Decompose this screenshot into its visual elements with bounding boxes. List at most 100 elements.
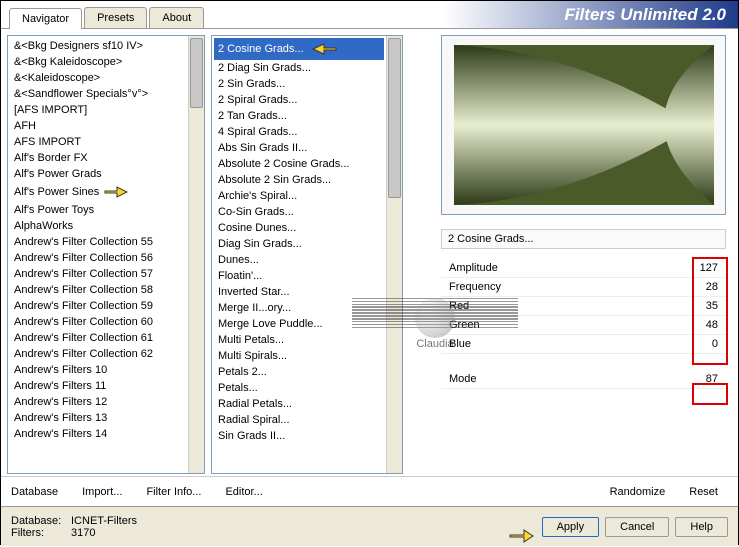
category-item[interactable]: Alf's Power Grads: [10, 166, 186, 182]
category-item[interactable]: Andrew's Filter Collection 58: [10, 282, 186, 298]
filters-count-value: 3170: [71, 527, 95, 539]
import-button[interactable]: Import...: [82, 486, 122, 498]
category-list-items[interactable]: &<Bkg Designers sf10 IV>&<Bkg Kaleidosco…: [8, 36, 188, 473]
param-value: 127: [700, 262, 718, 274]
param-row[interactable]: Frequency 28: [441, 278, 726, 297]
scroll-thumb[interactable]: [190, 38, 203, 108]
filter-item[interactable]: Petals...: [214, 380, 384, 396]
filter-name: 2 Cosine Grads...: [441, 229, 726, 249]
filter-item[interactable]: Radial Spiral...: [214, 412, 384, 428]
param-label: Mode: [449, 373, 477, 385]
scroll-thumb[interactable]: [388, 38, 401, 198]
category-list: &<Bkg Designers sf10 IV>&<Bkg Kaleidosco…: [7, 35, 205, 474]
category-item[interactable]: AFH: [10, 118, 186, 134]
filter-item[interactable]: Absolute 2 Sin Grads...: [214, 172, 384, 188]
category-item[interactable]: Andrew's Filters 10: [10, 362, 186, 378]
filter-item[interactable]: Radial Petals...: [214, 396, 384, 412]
filter-item[interactable]: Archie's Spiral...: [214, 188, 384, 204]
cancel-button[interactable]: Cancel: [605, 517, 669, 537]
filter-item[interactable]: Merge Love Puddle...: [214, 316, 384, 332]
param-label: Green: [449, 319, 480, 331]
filter-item[interactable]: Abs Sin Grads II...: [214, 140, 384, 156]
filter-item[interactable]: 2 Cosine Grads...: [214, 38, 384, 60]
pointer-icon: [304, 43, 340, 55]
category-item[interactable]: Andrew's Filter Collection 55: [10, 234, 186, 250]
db-label: Database:: [11, 515, 71, 527]
category-item[interactable]: Alf's Border FX: [10, 150, 186, 166]
filter-item[interactable]: Dunes...: [214, 252, 384, 268]
filter-item[interactable]: Inverted Star...: [214, 284, 384, 300]
param-row[interactable]: Amplitude 127: [441, 259, 726, 278]
category-item[interactable]: &<Bkg Designers sf10 IV>: [10, 38, 186, 54]
tab-presets[interactable]: Presets: [84, 7, 147, 28]
category-item[interactable]: Alf's Power Sines: [10, 182, 186, 202]
footer: Database:ICNET-Filters Filters:3170 Appl…: [1, 506, 738, 546]
db-info: Database:ICNET-Filters Filters:3170: [11, 515, 137, 539]
param-label: Blue: [449, 338, 471, 350]
category-item[interactable]: Andrew's Filter Collection 60: [10, 314, 186, 330]
filter-info-button[interactable]: Filter Info...: [146, 486, 201, 498]
category-item[interactable]: Andrew's Filter Collection 59: [10, 298, 186, 314]
category-item[interactable]: Andrew's Filters 14: [10, 426, 186, 442]
db-value: ICNET-Filters: [71, 515, 137, 527]
param-label: Frequency: [449, 281, 501, 293]
category-item[interactable]: Andrew's Filter Collection 62: [10, 346, 186, 362]
filter-item[interactable]: 2 Sin Grads...: [214, 76, 384, 92]
category-item[interactable]: Andrew's Filters 13: [10, 410, 186, 426]
filter-item[interactable]: 2 Spiral Grads...: [214, 92, 384, 108]
param-row-mode[interactable]: Mode 87: [441, 370, 726, 389]
randomize-button[interactable]: Randomize: [610, 486, 666, 498]
category-item[interactable]: &<Kaleidoscope>: [10, 70, 186, 86]
category-item[interactable]: &<Bkg Kaleidoscope>: [10, 54, 186, 70]
help-button[interactable]: Help: [675, 517, 728, 537]
filter-item[interactable]: Merge II...ory...: [214, 300, 384, 316]
editor-button[interactable]: Editor...: [225, 486, 262, 498]
filter-list-items[interactable]: 2 Cosine Grads...2 Diag Sin Grads...2 Si…: [212, 36, 386, 473]
filter-item[interactable]: Floatin'...: [214, 268, 384, 284]
filter-item[interactable]: Absolute 2 Cosine Grads...: [214, 156, 384, 172]
filter-item[interactable]: 2 Tan Grads...: [214, 108, 384, 124]
category-item[interactable]: AFS IMPORT: [10, 134, 186, 150]
category-item[interactable]: Andrew's Filters 12: [10, 394, 186, 410]
param-row[interactable]: Green 48: [441, 316, 726, 335]
filter-item[interactable]: 4 Spiral Grads...: [214, 124, 384, 140]
param-panel: Amplitude 127 Frequency 28 Red35 Green 48 Blue0…: [441, 259, 726, 389]
category-item[interactable]: Andrew's Filter Collection 61: [10, 330, 186, 346]
preview-pane: [441, 35, 726, 215]
filter-item[interactable]: Multi Petals...: [214, 332, 384, 348]
filter-item[interactable]: Sin Grads II...: [214, 428, 384, 444]
app-title: Filters Unlimited 2.0: [564, 5, 726, 25]
param-value: 48: [706, 319, 718, 331]
filter-item[interactable]: Multi Spirals...: [214, 348, 384, 364]
filter-item[interactable]: Cosine Dunes...: [214, 220, 384, 236]
apply-button[interactable]: Apply: [542, 517, 600, 537]
param-label: Amplitude: [449, 262, 498, 274]
tab-navigator[interactable]: Navigator: [9, 8, 82, 29]
category-item[interactable]: Andrew's Filter Collection 56: [10, 250, 186, 266]
param-value: 28: [706, 281, 718, 293]
filter-item[interactable]: Co-Sin Grads...: [214, 204, 384, 220]
pointer-icon: [99, 186, 129, 198]
filter-item[interactable]: 2 Diag Sin Grads...: [214, 60, 384, 76]
category-item[interactable]: [AFS IMPORT]: [10, 102, 186, 118]
filter-item[interactable]: Diag Sin Grads...: [214, 236, 384, 252]
category-item[interactable]: Alf's Power Toys: [10, 202, 186, 218]
filter-list: 2 Cosine Grads...2 Diag Sin Grads...2 Si…: [211, 35, 403, 474]
category-item[interactable]: &<Sandflower Specials°v°>: [10, 86, 186, 102]
param-label: Red: [449, 300, 469, 312]
category-item[interactable]: Andrew's Filters 11: [10, 378, 186, 394]
tab-about[interactable]: About: [149, 7, 204, 28]
param-row[interactable]: Blue0: [441, 335, 726, 354]
param-row[interactable]: Red35: [441, 297, 726, 316]
filter-item[interactable]: Petals 2...: [214, 364, 384, 380]
right-panel: 2 Cosine Grads... Amplitude 127 Frequency 2…: [411, 35, 732, 474]
scrollbar[interactable]: [386, 36, 402, 473]
reset-button[interactable]: Reset: [689, 486, 718, 498]
database-button[interactable]: Database: [11, 486, 58, 498]
category-item[interactable]: AlphaWorks: [10, 218, 186, 234]
action-row: Database Import... Filter Info... Editor…: [1, 476, 738, 506]
category-item[interactable]: Andrew's Filter Collection 57: [10, 266, 186, 282]
scrollbar[interactable]: [188, 36, 204, 473]
main-panel: &<Bkg Designers sf10 IV>&<Bkg Kaleidosco…: [1, 29, 738, 474]
tabs: Navigator Presets About: [9, 7, 206, 28]
